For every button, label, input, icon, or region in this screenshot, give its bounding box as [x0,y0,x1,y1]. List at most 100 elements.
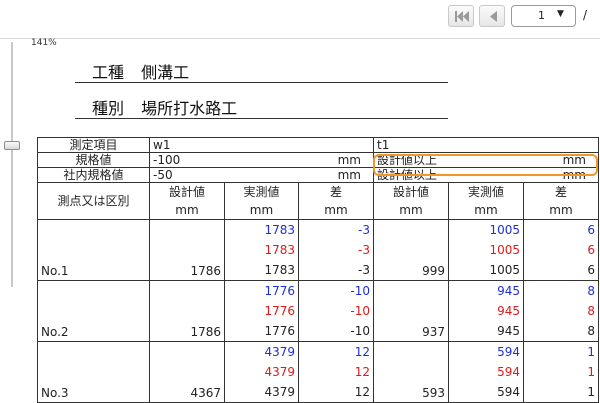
spec-t1-cell: 設計値以上 mm [373,152,599,168]
internal-w1-unit: mm [337,168,361,182]
spec-t1-unit: mm [562,153,586,167]
value-red: 1 [587,365,595,379]
zoom-slider-thumb[interactable] [4,141,20,150]
toolbar-divider [0,38,600,39]
internal-t1-unit: mm [562,168,586,182]
category-heading: 種別 場所打水路工 [92,95,237,119]
heading-underline-2 [75,118,448,119]
category-key: 種別 [92,99,125,118]
t-diff-cell: 6 6 6 [523,219,599,281]
point-cell: No.1 [37,219,150,281]
value-red: 8 [587,304,595,318]
column-unit: mm [549,203,573,217]
work-type-heading: 工種 側溝工 [92,59,189,83]
w-diff-cell: -10 -10 -10 [298,280,374,342]
spec-t1-value: 設計値以上 [377,153,438,167]
w-design-cell: 4367 [149,341,225,403]
t1-label: t1 [373,137,599,153]
column-unit: mm [474,203,498,217]
t-diff-cell: 1 1 1 [523,341,599,403]
value-blue: -10 [350,284,370,298]
value-blue: 12 [354,345,370,359]
zoom-level: 141% [31,38,57,48]
table-row: No.3 4367 4379 4379 4379 12 12 12 593 59… [37,341,599,403]
spec-w1-cell: -100 mm [149,152,374,168]
value-black: 945 [497,324,520,338]
value-blue: 8 [587,284,595,298]
value-black: 12 [354,385,370,399]
heading-underline-1 [75,82,448,83]
column-label: 設計値 [392,185,429,199]
previous-page-button[interactable] [479,5,505,27]
w-actual-header: 実測値 mm [224,182,299,220]
value-blue: 594 [497,345,520,359]
t-design-header: 設計値 mm [373,182,449,220]
w-diff-cell: -3 -3 -3 [298,219,374,281]
column-unit: mm [249,203,274,217]
column-unit: mm [399,203,423,217]
t-design-cell: 593 [373,341,449,403]
value-red: 1783 [264,243,295,257]
column-label: 差 [554,185,567,199]
value-black: -10 [350,324,370,338]
t-design-cell: 937 [373,280,449,342]
value-red: 6 [587,243,595,257]
value-red: 1005 [489,243,520,257]
w-design-header: 設計値 mm [149,182,225,220]
value-red: 945 [497,304,520,318]
dropdown-caret-icon: ▼ [557,9,564,19]
value-blue: 945 [497,284,520,298]
w-diff-header: 差 mm [298,182,374,220]
w-diff-cell: 12 12 12 [298,341,374,403]
column-label: 実測値 [243,185,280,199]
w-actual-cell: 4379 4379 4379 [224,341,299,403]
zoom-slider-track[interactable] [11,42,13,287]
internal-w1-cell: -50 mm [149,167,374,183]
value-blue: 1783 [264,223,295,237]
spec-label: 規格値 [37,152,150,168]
value-blue: 6 [587,223,595,237]
value-blue: 4379 [264,345,295,359]
page-select[interactable]: 1 ▼ [511,5,576,27]
column-unit: mm [175,203,199,217]
work-type-value: 側溝工 [141,63,190,82]
internal-t1-cell: 設計値以上 mm [373,167,599,183]
w-design-cell: 1786 [149,280,225,342]
value-black: 4379 [264,385,295,399]
spec-w1-value: -100 [153,153,181,167]
column-label: 差 [329,185,342,199]
t-design-cell: 999 [373,219,449,281]
value-red: -3 [358,243,370,257]
measurement-table: 測定項目 w1 t1 規格値 -100 mm 設計値以上 mm 社内規格値 -5… [37,137,599,403]
first-page-button[interactable] [448,5,474,27]
table-row: 規格値 -100 mm 設計値以上 mm [37,152,599,168]
internal-w1-value: -50 [153,168,173,182]
value-black: 594 [497,385,520,399]
value-black: 1783 [264,263,295,277]
spec-w1-unit: mm [337,153,361,167]
viewer-toolbar: 1 ▼ / [0,0,600,34]
t-actual-cell: 594 594 594 [448,341,524,403]
value-black: 8 [587,324,595,338]
table-row: No.2 1786 1776 1776 1776 -10 -10 -10 937… [37,280,599,342]
value-red: 12 [354,365,370,379]
previous-page-icon [490,11,497,22]
w-actual-cell: 1783 1783 1783 [224,219,299,281]
value-black: 1 [587,385,595,399]
w-design-cell: 1786 [149,219,225,281]
internal-t1-value: 設計値以上 [377,168,438,182]
column-label: 実測値 [467,185,504,199]
point-cell: No.2 [37,280,150,342]
value-blue: 1776 [264,284,295,298]
work-type-key: 工種 [92,63,125,82]
table-row: 測定項目 w1 t1 [37,137,599,153]
value-blue: 1005 [489,223,520,237]
t-diff-cell: 8 8 8 [523,280,599,342]
value-black: 1005 [489,263,520,277]
point-cell: No.3 [37,341,150,403]
w-actual-cell: 1776 1776 1776 [224,280,299,342]
page-select-value: 1 [538,9,545,22]
value-red: 4379 [264,365,295,379]
value-black: 6 [587,263,595,277]
value-red: 594 [497,365,520,379]
